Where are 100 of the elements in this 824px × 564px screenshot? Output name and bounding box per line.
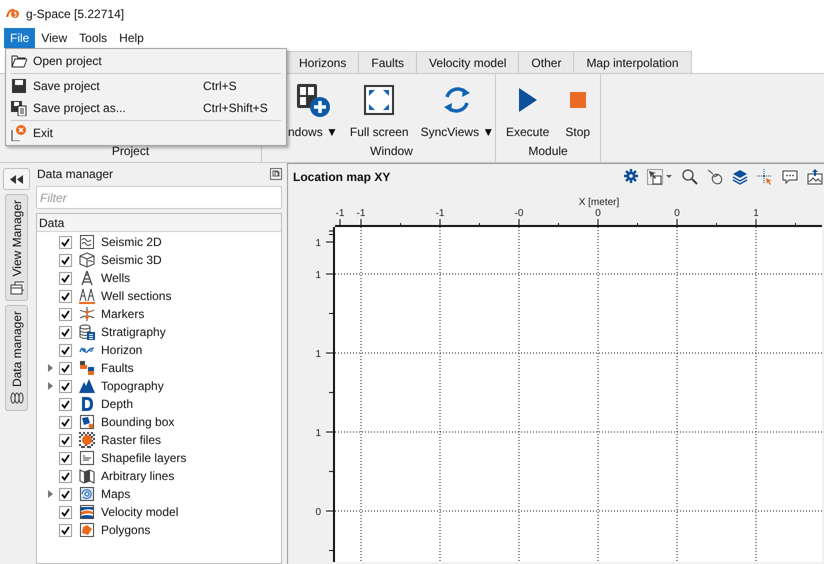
checkbox[interactable] [59,272,72,284]
comment-icon[interactable] [782,169,798,185]
checkbox[interactable] [59,236,72,248]
axis-tick-label: 1 [315,428,321,439]
tree-item[interactable]: Stratigraphy [101,323,166,341]
tree-item[interactable]: Topography [101,377,164,395]
menu-item[interactable]: Save project as... Ctrl+Shift+S [6,97,286,119]
checkbox[interactable] [59,254,72,266]
expand-arrow-icon[interactable] [48,382,53,390]
collapse-button[interactable] [3,168,30,190]
save-as-icon [11,100,27,116]
tree-item[interactable]: Well sections [101,287,172,305]
menu-item[interactable]: Help [113,28,150,48]
exit-icon [11,125,27,141]
tree-item[interactable]: Shapefile layers [101,449,186,467]
tree-item[interactable]: Depth [101,395,134,413]
checkbox[interactable] [59,344,72,356]
checkbox[interactable] [59,452,72,464]
checkbox[interactable] [59,470,72,482]
menu-item[interactable]: Open project [6,50,286,72]
tree-item[interactable]: Seismic 2D [101,233,162,251]
bounding-box-icon [79,414,95,430]
tree-item[interactable]: Horizon [101,341,142,359]
axis-title: X [meter] [578,197,620,208]
expand-arrow-icon[interactable] [48,364,53,372]
tree-item[interactable]: Raster files [101,431,162,449]
filter-field[interactable]: Filter [36,186,282,209]
ribbon-button[interactable]: Full screen [350,74,409,139]
ribbon-button[interactable]: ndows ▼ [288,74,338,139]
menu-item[interactable]: Save project Ctrl+S [6,75,286,97]
ribbon-button[interactable]: SyncViews ▼ [420,74,494,139]
side-tab[interactable]: View Manager [5,194,28,300]
window-title: g-Space [5.22714] [26,6,124,23]
ribbon-tab[interactable]: Map interpolation [573,51,692,73]
tree-item[interactable]: Bounding box [101,413,174,431]
axis-tick-label: 0 [315,507,321,518]
folded-map-icon [79,468,95,484]
checkbox[interactable] [59,398,72,410]
export-image-icon[interactable] [807,169,823,185]
axis-tick-label: 0 [674,208,680,219]
select-tool-icon[interactable] [647,169,673,185]
checkbox[interactable] [59,488,72,500]
cube-icon [79,252,95,268]
tree-item[interactable]: Polygons [101,521,150,539]
menu-item[interactable]: View [35,28,74,48]
tree-item[interactable]: Faults [101,359,134,377]
layered-waves-icon [79,504,95,520]
wave-chart-icon [79,234,95,250]
axis-tick-label: -0 [514,208,524,219]
app-logo-icon [6,8,20,20]
axis-tick-label: 1 [753,208,759,219]
derrick-icon [79,270,95,286]
cylinders-icon [10,390,24,405]
mouse-icon[interactable] [707,169,723,185]
float-panel-icon[interactable] [270,168,282,180]
ribbon-button[interactable]: Execute [506,74,550,139]
side-tab[interactable]: Data manager [5,304,28,411]
database-list-icon [79,324,95,340]
tree-item[interactable]: Maps [101,485,130,503]
letter-d-icon [79,396,95,412]
expand-arrow-icon[interactable] [48,490,53,498]
settings-icon[interactable] [624,169,638,185]
menu-item[interactable]: Exit [6,122,286,144]
checkbox[interactable] [59,524,72,536]
tree-item[interactable]: Velocity model [101,503,178,521]
checkbox[interactable] [59,326,72,338]
checkbox[interactable] [59,506,72,518]
tree-item[interactable]: Markers [101,305,144,323]
fullscreen-icon [364,85,394,115]
fault-blocks-icon [79,360,95,376]
ribbon-tab[interactable]: Other [518,51,574,73]
crosshair-cursor-icon[interactable] [757,169,773,185]
menu-item[interactable]: Tools [73,28,114,48]
window-stack-icon [10,280,24,294]
layers-icon[interactable] [732,169,748,185]
tree-item[interactable]: Wells [101,269,130,287]
tree-item[interactable]: Seismic 3D [101,251,162,269]
ribbon-tab[interactable]: Faults [358,51,418,73]
checkbox[interactable] [59,380,72,392]
axis-tick-label: -1 [336,208,344,219]
checkbox[interactable] [59,362,72,374]
checkbox[interactable] [59,308,72,320]
tree-item[interactable]: Arbitrary lines [101,467,174,485]
stop-icon [568,91,587,109]
folder-icon [11,53,27,69]
ribbon-tab[interactable]: Velocity model [416,51,520,73]
search-icon[interactable] [682,169,698,185]
checkbox[interactable] [59,434,72,446]
view-title: Location map XY [293,169,390,186]
column-header[interactable]: Data [37,214,281,232]
axis-tick-label: 1 [315,349,321,360]
double-left-arrow-icon [10,174,24,184]
checkbox[interactable] [59,290,72,302]
ribbon-button[interactable]: Stop [565,74,590,139]
axis-tick-label: -1 [436,208,444,219]
ribbon-tab[interactable]: Horizons [286,51,360,73]
checkbox[interactable] [59,416,72,428]
two-derricks-icon [79,288,95,304]
menu-item[interactable]: File [4,28,36,48]
contour-map-icon [79,486,95,502]
